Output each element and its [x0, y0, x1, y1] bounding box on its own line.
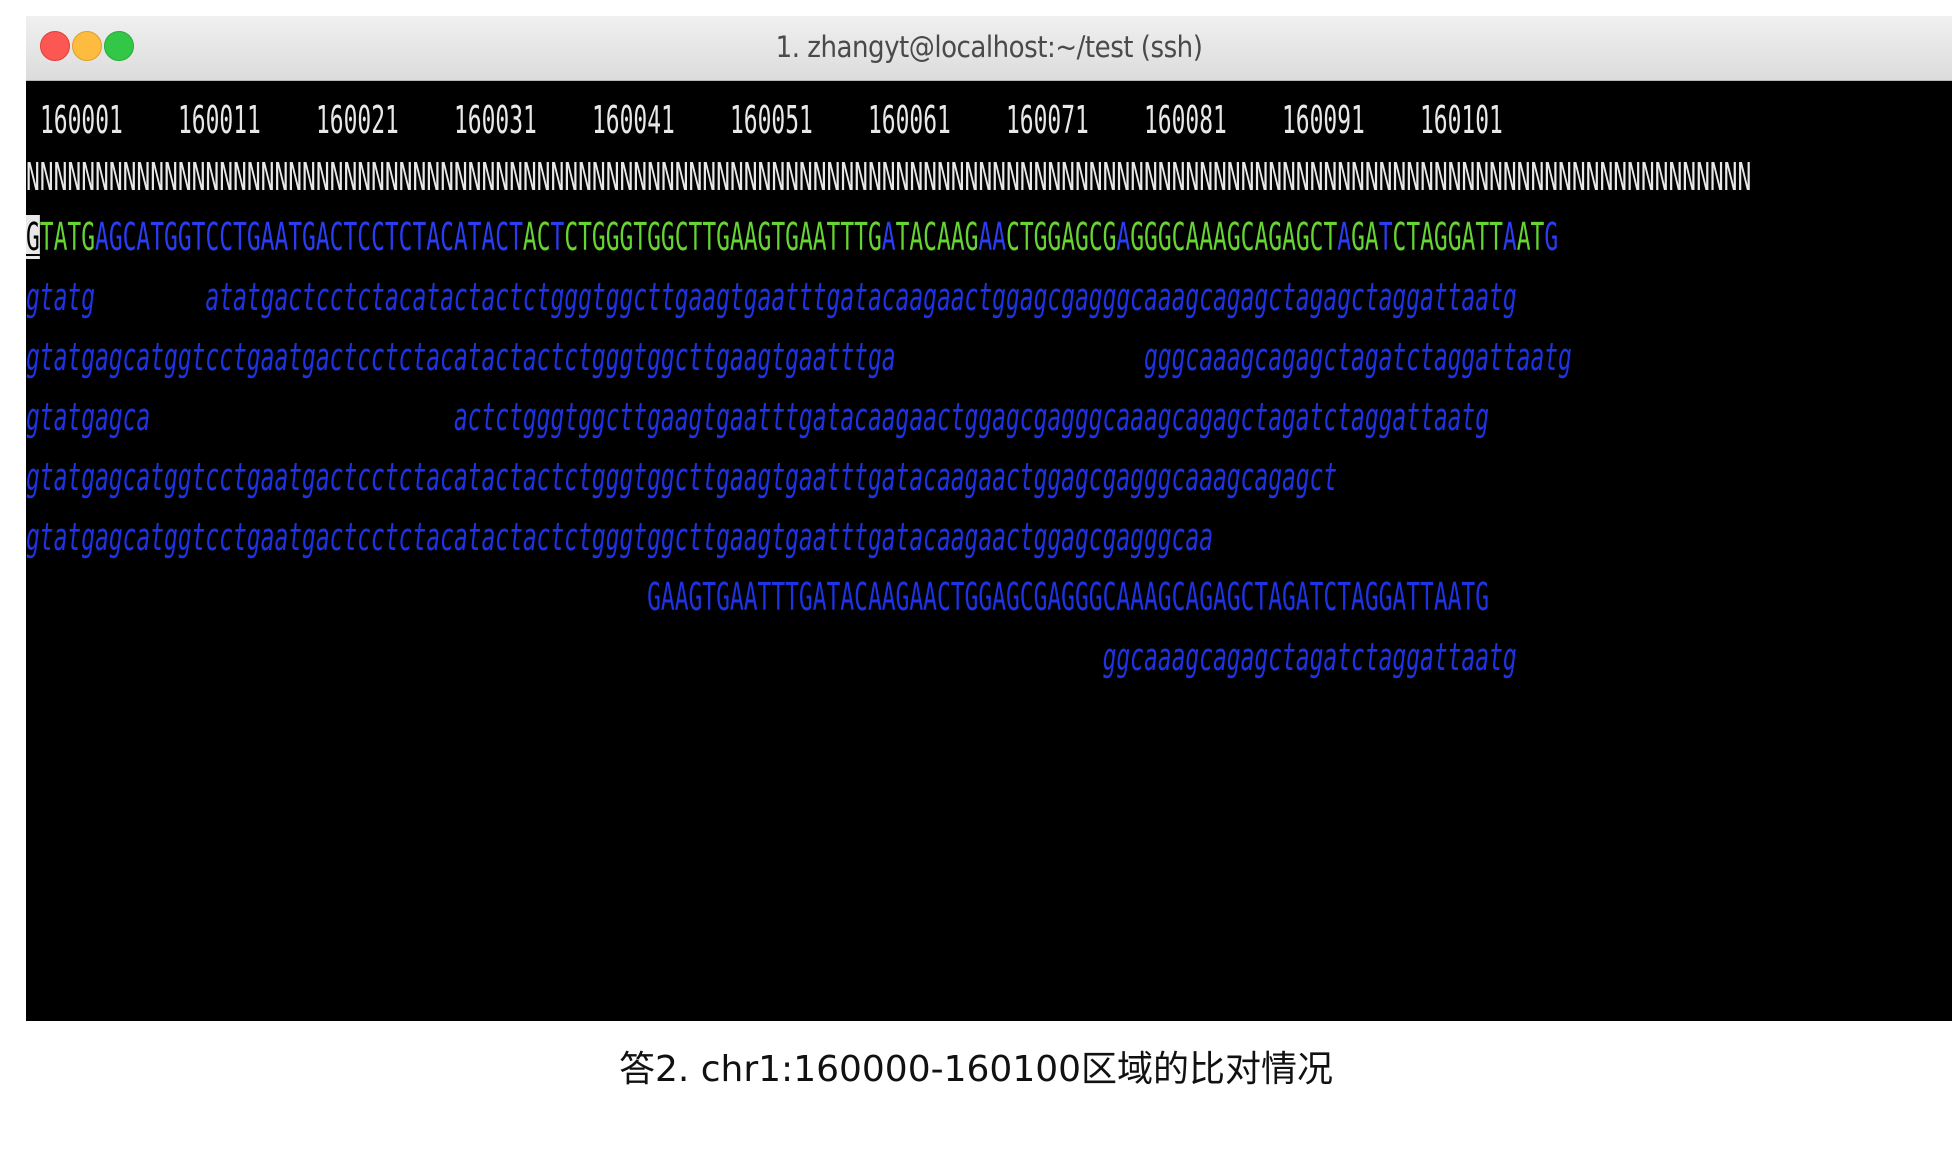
- ruler-position-label: 160081: [1144, 98, 1227, 142]
- read-row: GAAGTGAATTTGATACAAGAACTGGAGCGAGGGCAAAGCA…: [26, 575, 1490, 619]
- reference-segment: AT: [1516, 215, 1545, 259]
- reference-segment: TACAAG: [895, 215, 979, 259]
- ruler-position-label: 160051: [730, 98, 813, 142]
- ruler-position-label: 160091: [1282, 98, 1365, 142]
- read-row: ggcaaagcagagctagatctaggattaatg: [26, 635, 1517, 679]
- figure-caption: 答2. chr1:160000-160100区域的比对情况: [618, 1049, 1334, 1090]
- read-row: gtatg atatgactcctctacatactactctgggtggctt…: [26, 275, 1517, 319]
- position-ruler: 160001 160011 160021 160031 160041 160051 1600…: [26, 98, 1952, 148]
- terminal-content[interactable]: 160001 160011 160021 160031 160041 160051 1600…: [26, 82, 1952, 1021]
- read-row: gtatgagcatggtcctgaatgactcctctacatactactc…: [26, 335, 1572, 379]
- reference-sequence-row: GTATGAGCATGGTCCTGAATGACTCCTCTACATACTACTC…: [26, 215, 1558, 259]
- reference-segment: CTGGGTGGCTTGAAGTGAATTTG: [564, 215, 882, 259]
- reference-segment: A: [1116, 215, 1131, 259]
- reference-segment: G: [1544, 215, 1559, 259]
- reference-segment: AC: [522, 215, 551, 259]
- reference-segment: GGGCAAAGCAGAGCT: [1130, 215, 1338, 259]
- reference-segment: CTGGAGCG: [1006, 215, 1117, 259]
- ruler-position-label: 160101: [1420, 98, 1503, 142]
- ruler-position-label: 160071: [1006, 98, 1089, 142]
- ruler-position-label: 160011: [178, 98, 261, 142]
- read-row: gtatgagcatggtcctgaatgactcctctacatactactc…: [26, 515, 1214, 559]
- reference-segment: GA: [1351, 215, 1379, 259]
- reference-segment: A: [1337, 215, 1352, 259]
- reference-segment: G: [26, 215, 40, 259]
- ruler-position-label: 160001: [40, 98, 123, 142]
- reference-segment: T: [550, 215, 565, 259]
- reference-segment: CTAGGATT: [1392, 215, 1503, 259]
- window-title: 1. zhangyt@localhost:~/test (ssh): [775, 30, 1203, 64]
- reference-n-row: NNNNNNNNNNNNNNNNNNNNNNNNNNNNNNNNNNNNNNNN…: [26, 155, 1752, 199]
- read-row: gtatgagca actctgggtggcttgaagtgaatttgatac…: [26, 395, 1490, 439]
- reference-segment: AGCATGGTCCTGAATGACTCCTCTACATACT: [95, 215, 523, 259]
- reference-segment: AA: [978, 215, 1007, 259]
- ruler-position-label: 160021: [316, 98, 399, 142]
- reference-segment: TATG: [39, 215, 96, 259]
- ruler-position-label: 160031: [454, 98, 537, 142]
- terminal-window[interactable]: 1. zhangyt@localhost:~/test (ssh) 160001…: [26, 16, 1952, 1021]
- reference-segment: T: [1378, 215, 1393, 259]
- ruler-position-label: 160041: [592, 98, 675, 142]
- ruler-position-label: 160061: [868, 98, 951, 142]
- reference-segment: A: [1502, 215, 1517, 259]
- read-row: gtatgagcatggtcctgaatgactcctctacatactactc…: [26, 455, 1338, 499]
- window-titlebar[interactable]: 1. zhangyt@localhost:~/test (ssh): [26, 16, 1952, 81]
- reference-segment: A: [881, 215, 896, 259]
